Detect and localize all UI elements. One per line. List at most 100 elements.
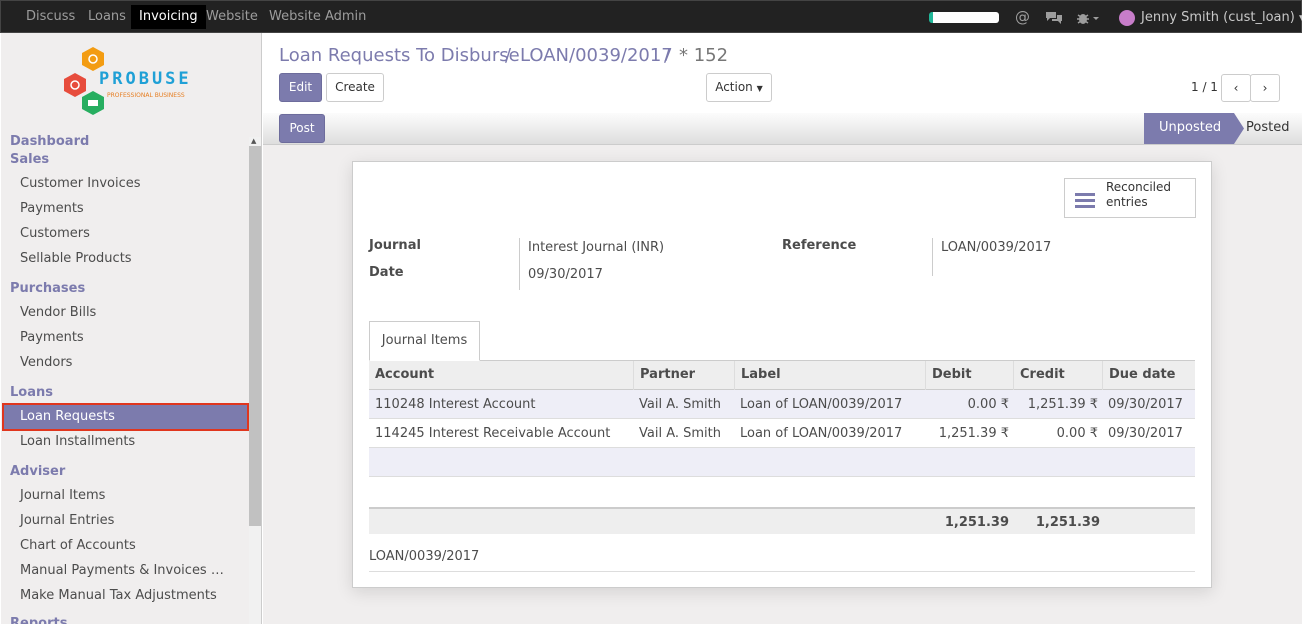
cell-debit: 0.00 ₹: [967, 397, 1009, 412]
sidebar-item-vendor-payments[interactable]: Payments: [20, 330, 84, 345]
action-dropdown[interactable]: Action ▼: [706, 73, 772, 102]
sidebar-section-adviser: Adviser: [10, 464, 66, 479]
post-button[interactable]: Post: [279, 114, 325, 143]
sidebar-scrollbar-thumb[interactable]: [249, 146, 261, 526]
table-empty-row: [369, 477, 1195, 506]
top-navbar: Discuss Loans Invoicing Website Website …: [0, 0, 1302, 33]
chevron-left-icon: ‹: [1233, 81, 1239, 95]
user-menu[interactable]: Jenny Smith (cust_loan) ▼: [1141, 1, 1302, 34]
sidebar-item-journal-entries[interactable]: Journal Entries: [20, 513, 114, 528]
status-step-posted[interactable]: Posted: [1246, 120, 1289, 135]
breadcrumb-current: * 152: [679, 45, 729, 66]
menu-discuss[interactable]: Discuss: [18, 5, 83, 29]
narration-text: LOAN/0039/2017: [369, 549, 480, 564]
sidebar-section-purchases: Purchases: [10, 281, 86, 296]
sidebar-section-reports[interactable]: Reports: [10, 616, 67, 624]
sidebar-item-customer-invoices[interactable]: Customer Invoices: [20, 176, 141, 191]
narration-divider: [369, 571, 1195, 572]
reference-value: LOAN/0039/2017: [941, 240, 1052, 255]
list-icon: [1075, 193, 1095, 208]
sidebar-item-customers[interactable]: Customers: [20, 226, 90, 241]
sidebar-item-sellable-products[interactable]: Sellable Products: [20, 251, 132, 266]
table-header: Account Partner Label Debit Credit Due d…: [369, 361, 1195, 390]
sidebar-item-payments[interactable]: Payments: [20, 201, 84, 216]
reconciled-label: Reconciled: [1106, 180, 1171, 194]
sidebar-item-loan-installments[interactable]: Loan Installments: [20, 434, 135, 449]
total-credit: 1,251.39: [1035, 515, 1100, 530]
cell-partner: Vail A. Smith: [639, 426, 721, 441]
menu-website-admin[interactable]: Website Admin: [261, 5, 374, 29]
menu-loans[interactable]: Loans: [80, 5, 134, 29]
menu-invoicing[interactable]: Invoicing: [131, 5, 206, 29]
cell-account: 114245 Interest Receivable Account: [375, 426, 611, 441]
sidebar-section-loans: Loans: [10, 385, 53, 400]
cell-due-date: 09/30/2017: [1108, 397, 1183, 412]
sidebar-item-manual-payments[interactable]: Manual Payments & Invoices …: [20, 563, 224, 578]
sidebar-item-loan-requests[interactable]: Loan Requests: [2, 403, 249, 431]
entries-label: entries: [1106, 195, 1148, 209]
pager-value[interactable]: 1 / 1: [1191, 80, 1218, 94]
sidebar-dashboard[interactable]: Dashboard: [10, 134, 89, 149]
sidebar-item-vendors[interactable]: Vendors: [20, 355, 72, 370]
field-divider: [932, 238, 933, 276]
sidebar-item-chart-of-accounts[interactable]: Chart of Accounts: [20, 538, 136, 553]
form-sheet: Reconciled entries Journal Interest Jour…: [352, 161, 1212, 588]
col-label[interactable]: Label: [734, 361, 781, 390]
breadcrumb-root[interactable]: Loan Requests To Disburse: [279, 45, 520, 66]
date-label: Date: [369, 265, 404, 280]
sidebar-item-manual-tax[interactable]: Make Manual Tax Adjustments: [20, 588, 217, 603]
action-label: Action: [715, 80, 753, 94]
edit-button[interactable]: Edit: [279, 73, 322, 102]
col-credit[interactable]: Credit: [1013, 361, 1065, 390]
chat-icon[interactable]: [1045, 1, 1063, 34]
reference-label: Reference: [782, 238, 857, 253]
user-name: Jenny Smith (cust_loan): [1141, 10, 1295, 25]
pager-next-button[interactable]: ›: [1250, 74, 1280, 102]
date-value: 09/30/2017: [528, 267, 603, 282]
col-partner[interactable]: Partner: [633, 361, 695, 390]
sidebar-section-sales: Sales: [10, 152, 50, 167]
cell-credit: 0.00 ₹: [1056, 426, 1098, 441]
cell-due-date: 09/30/2017: [1108, 426, 1183, 441]
col-debit[interactable]: Debit: [925, 361, 972, 390]
control-panel: Loan Requests To Disburse / LOAN/0039/20…: [263, 33, 1302, 114]
create-button[interactable]: Create: [326, 73, 384, 102]
at-icon[interactable]: @: [1015, 1, 1030, 34]
logo-text: PROBUSE: [99, 69, 192, 89]
table-footer-totals: 1,251.39 1,251.39: [369, 507, 1195, 534]
scroll-up-arrow-icon[interactable]: ▲: [251, 137, 256, 145]
avatar[interactable]: [1119, 10, 1135, 26]
debug-bug-icon[interactable]: [1076, 1, 1100, 34]
table-empty-row: [369, 448, 1195, 477]
cell-account: 110248 Interest Account: [375, 397, 536, 412]
breadcrumb-separator: /: [664, 45, 671, 66]
field-divider: [519, 238, 520, 290]
status-bar: Post Unposted Posted: [263, 113, 1302, 145]
reconciled-entries-button[interactable]: Reconciled entries: [1064, 178, 1196, 218]
breadcrumb-loan[interactable]: LOAN/0039/2017: [520, 45, 673, 66]
table-row[interactable]: 114245 Interest Receivable Account Vail …: [369, 419, 1195, 448]
journal-value: Interest Journal (INR): [528, 240, 665, 255]
cell-label: Loan of LOAN/0039/2017: [740, 397, 903, 412]
table-row[interactable]: 110248 Interest Account Vail A. Smith Lo…: [369, 390, 1195, 419]
sidebar-item-journal-items[interactable]: Journal Items: [20, 488, 105, 503]
caret-down-icon: ▼: [756, 84, 763, 93]
tab-journal-items[interactable]: Journal Items: [369, 321, 480, 361]
journal-items-table: Account Partner Label Debit Credit Due d…: [369, 361, 1195, 591]
cell-debit: 1,251.39 ₹: [938, 426, 1009, 441]
total-debit: 1,251.39: [944, 515, 1009, 530]
cell-credit: 1,251.39 ₹: [1027, 397, 1098, 412]
sidebar: PROBUSE PROFESSIONAL BUSINESS Dashboard …: [1, 33, 262, 624]
logo-subtext: PROFESSIONAL BUSINESS: [107, 92, 185, 99]
col-due-date[interactable]: Due date: [1102, 361, 1176, 390]
cell-partner: Vail A. Smith: [639, 397, 721, 412]
breadcrumb-separator: /: [505, 45, 512, 66]
progress-indicator: [929, 12, 999, 23]
cell-label: Loan of LOAN/0039/2017: [740, 426, 903, 441]
menu-website[interactable]: Website: [198, 5, 266, 29]
pager-previous-button[interactable]: ‹: [1221, 74, 1251, 102]
col-account[interactable]: Account: [375, 361, 434, 390]
chevron-right-icon: ›: [1262, 81, 1268, 95]
journal-label: Journal: [369, 238, 421, 253]
sidebar-item-vendor-bills[interactable]: Vendor Bills: [20, 305, 96, 320]
